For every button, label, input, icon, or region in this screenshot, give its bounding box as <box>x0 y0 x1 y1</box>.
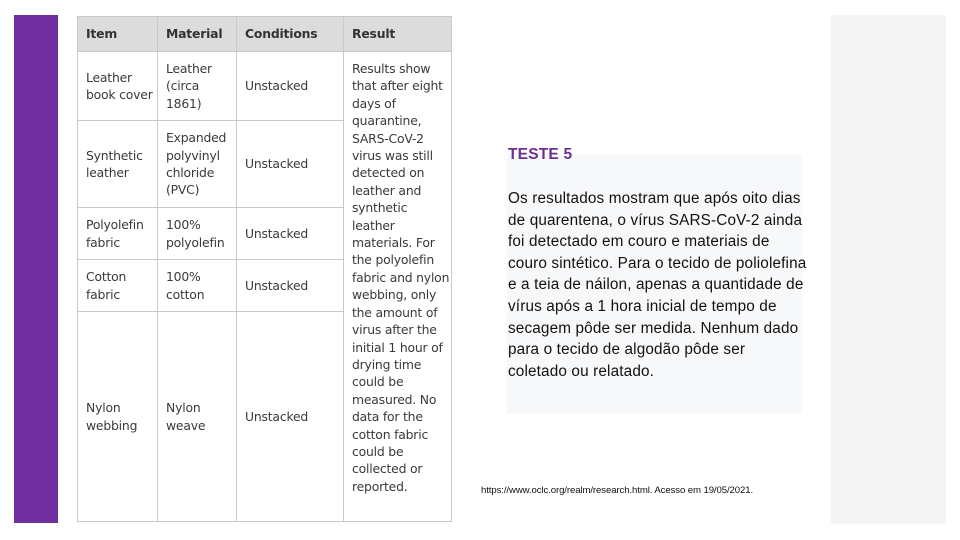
header-material: Material <box>157 16 237 52</box>
table-header-row: Item Material Conditions Result <box>77 16 452 52</box>
cell-conditions: Unstacked <box>236 51 344 121</box>
cell-material: 100% polyolefin <box>157 207 237 260</box>
header-conditions: Conditions <box>236 16 344 52</box>
cell-material: 100% cotton <box>157 259 237 312</box>
cell-item: Nylon webbing <box>77 311 158 522</box>
cell-material: Expanded polyvinyl chloride (PVC) <box>157 120 237 208</box>
cell-result: Results show that after eight days of qu… <box>343 51 452 522</box>
header-result: Result <box>343 16 452 52</box>
table-row: Leather book cover Leather (circa 1861) … <box>77 51 452 522</box>
cell-conditions: Unstacked <box>236 207 344 260</box>
side-panel <box>831 15 946 524</box>
cell-conditions: Unstacked <box>236 259 344 312</box>
header-item: Item <box>77 16 158 52</box>
panel-title: TESTE 5 <box>508 146 573 163</box>
cell-conditions: Unstacked <box>236 311 344 522</box>
cell-material: Leather (circa 1861) <box>157 51 237 121</box>
accent-bar <box>14 15 58 523</box>
source-citation: https://www.oclc.org/realm/research.html… <box>481 485 754 496</box>
cell-item: Leather book cover <box>77 51 158 121</box>
cell-material: Nylon weave <box>157 311 237 522</box>
cell-conditions: Unstacked <box>236 120 344 208</box>
results-table: Item Material Conditions Result Leather … <box>77 16 452 522</box>
panel-body: Os resultados mostram que após oito dias… <box>508 190 807 380</box>
cell-item: Cotton fabric <box>77 259 158 312</box>
cell-item: Synthetic leather <box>77 120 158 208</box>
cell-item: Polyolefin fabric <box>77 207 158 260</box>
